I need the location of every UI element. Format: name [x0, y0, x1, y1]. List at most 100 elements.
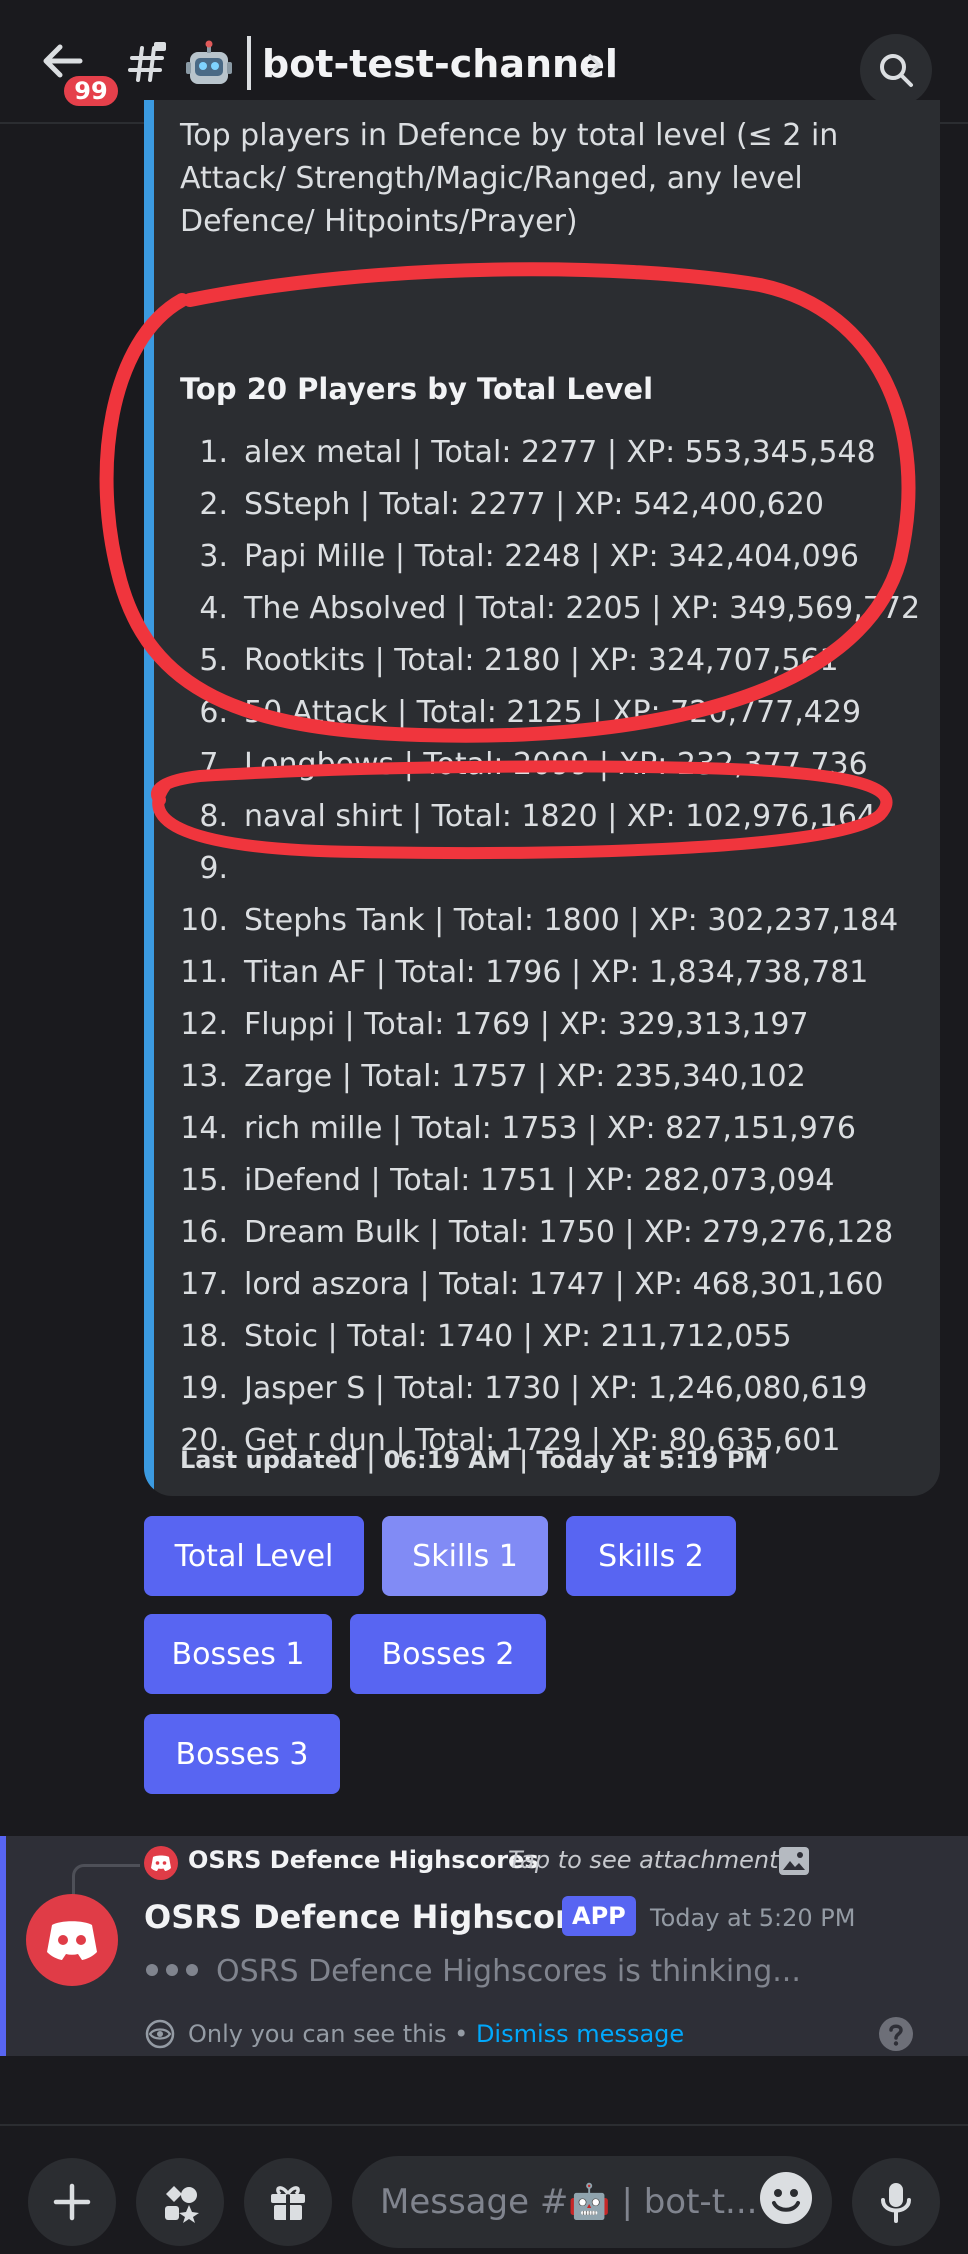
discord-logo-icon [151, 1855, 171, 1871]
gift-button[interactable] [244, 2158, 332, 2246]
leaderboard-row: 19. Jasper S | Total: 1730 | XP: 1,246,08… [180, 1362, 940, 1414]
add-attachment-button[interactable] [28, 2158, 116, 2246]
total-level-button[interactable]: Total Level [144, 1516, 364, 1596]
leaderboard-entry: Rootkits | Total: 2180 | XP: 324,707,561 [244, 642, 839, 678]
skills-2-button[interactable]: Skills 2 [566, 1516, 736, 1596]
emoji-icon[interactable] [758, 2170, 814, 2226]
chevron-right-icon[interactable] [586, 52, 604, 78]
threads-hash-icon [128, 42, 166, 82]
only-you-notice: Only you can see this • Dismiss message [188, 2020, 684, 2048]
leaderboard-entry: lord aszora | Total: 1747 | XP: 468,301,… [244, 1266, 884, 1302]
bot-avatar[interactable] [26, 1894, 118, 1986]
leaderboard-rank: 18. [180, 1318, 228, 1354]
leaderboard-row: 9. [180, 842, 940, 894]
apps-icon [165, 2186, 199, 2223]
leaderboard-entry: Dream Bulk | Total: 1750 | XP: 279,276,1… [244, 1214, 894, 1250]
composer-bar: Message #🤖 | bot-t... [0, 2124, 968, 2254]
leaderboard-row: 4. The Absolved | Total: 2205 | XP: 349,5… [180, 582, 940, 634]
channel-name[interactable]: bot-test-channel [262, 42, 618, 86]
leaderboard-rank: 19. [180, 1370, 228, 1406]
embed-footer: Last updated | 06:19 AM | Today at 5:19 … [180, 1446, 769, 1474]
leaderboard-rank: 13. [180, 1058, 228, 1094]
leaderboard-rank: 14. [180, 1110, 228, 1146]
dismiss-message-link[interactable]: Dismiss message [476, 2020, 684, 2048]
unread-badge: 99 [60, 72, 122, 110]
leaderboard-row: 18. Stoic | Total: 1740 | XP: 211,712,055 [180, 1310, 940, 1362]
leaderboard-entry: 50 Attack | Total: 2125 | XP: 720,777,42… [244, 694, 862, 730]
leaderboard-entry: Longbows | Total: 2099 | XP: 232,377,736 [244, 746, 868, 782]
image-icon [779, 1847, 809, 1875]
leaderboard-entry: alex metal | Total: 2277 | XP: 553,345,5… [244, 434, 876, 470]
leaderboard-row: 2. SSteph | Total: 2277 | XP: 542,400,620 [180, 478, 940, 530]
ephemeral-accent-bar [0, 1836, 6, 2056]
leaderboard-rank: 8. [199, 798, 228, 834]
robot-emoji-icon [186, 40, 232, 84]
leaderboard-rank: 7. [199, 746, 228, 782]
leaderboard-row: 11. Titan AF | Total: 1796 | XP: 1,834,73… [180, 946, 940, 998]
embed-accent-bar [144, 100, 154, 1496]
app-tag: APP [562, 1896, 636, 1936]
leaderboard-row: 10. Stephs Tank | Total: 1800 | XP: 302,2… [180, 894, 940, 946]
leaderboard-rank: 16. [180, 1214, 228, 1250]
leaderboard-rank: 15. [180, 1162, 228, 1198]
leaderboard-row: 7. Longbows | Total: 2099 | XP: 232,377,7… [180, 738, 940, 790]
leaderboard-row: 17. lord aszora | Total: 1747 | XP: 468,3… [180, 1258, 940, 1310]
eye-icon [145, 2019, 175, 2049]
leaderboard-entry: Zarge | Total: 1757 | XP: 235,340,102 [244, 1058, 806, 1094]
leaderboard-row: 13. Zarge | Total: 1757 | XP: 235,340,102 [180, 1050, 940, 1102]
leaderboard-rank: 3. [199, 538, 228, 574]
reply-attachment-note[interactable]: Tap to see attachment [508, 1846, 779, 1874]
leaderboard-row: 12. Fluppi | Total: 1769 | XP: 329,313,19… [180, 998, 940, 1050]
leaderboard-entry: iDefend | Total: 1751 | XP: 282,073,094 [244, 1162, 835, 1198]
leaderboard-row: 3. Papi Mille | Total: 2248 | XP: 342,404… [180, 530, 940, 582]
leaderboard-row: 8. naval shirt | Total: 1820 | XP: 102,97… [180, 790, 940, 842]
leaderboard-rank: 6. [199, 694, 228, 730]
plus-icon [53, 2183, 91, 2221]
leaderboard-entry: Papi Mille | Total: 2248 | XP: 342,404,0… [244, 538, 859, 574]
skills-1-button[interactable]: Skills 1 [382, 1516, 548, 1596]
leaderboard-rank: 1. [199, 434, 228, 470]
leaderboard-rank: 9. [199, 850, 228, 886]
leaderboard-rank: 5. [199, 642, 228, 678]
gift-icon [271, 2186, 305, 2220]
help-question-icon[interactable] [878, 2016, 914, 2052]
leaderboard-row: 1. alex metal | Total: 2277 | XP: 553,345… [180, 426, 940, 478]
search-icon [880, 54, 913, 87]
typing-dots-icon [146, 1964, 198, 1976]
apps-button[interactable] [136, 2158, 224, 2246]
leaderboard-rank: 10. [180, 902, 228, 938]
bosses-2-button[interactable]: Bosses 2 [350, 1614, 546, 1694]
message-author[interactable]: OSRS Defence Highscores [144, 1898, 612, 1936]
leaderboard-rank: 17. [180, 1266, 228, 1302]
ephemeral-message: OSRS Defence Highscores Tap to see attac… [0, 1836, 968, 2056]
embed-description: Top players in Defence by total level (≤… [180, 118, 839, 239]
search-button[interactable] [860, 34, 932, 106]
leaderboard-row: 5. Rootkits | Total: 2180 | XP: 324,707,5… [180, 634, 940, 686]
only-you-text: Only you can see this • [188, 2020, 476, 2048]
leaderboard-rank: 11. [180, 954, 228, 990]
leaderboard-entry: The Absolved | Total: 2205 | XP: 349,569… [244, 590, 921, 626]
microphone-icon [881, 2183, 911, 2223]
leaderboard-entry: Titan AF | Total: 1796 | XP: 1,834,738,7… [244, 954, 869, 990]
leaderboard-entry: Fluppi | Total: 1769 | XP: 329,313,197 [244, 1006, 809, 1042]
leaderboard-entry: naval shirt | Total: 1820 | XP: 102,976,… [244, 798, 877, 834]
leaderboard-row: 15. iDefend | Total: 1751 | XP: 282,073,0… [180, 1154, 940, 1206]
reply-author-name[interactable]: OSRS Defence Highscores [188, 1846, 539, 1874]
leaderboard-rank: 12. [180, 1006, 228, 1042]
leaderboard-entry: SSteph | Total: 2277 | XP: 542,400,620 [244, 486, 824, 522]
leaderboard-row: 6. 50 Attack | Total: 2125 | XP: 720,777,… [180, 686, 940, 738]
bosses-1-button[interactable]: Bosses 1 [144, 1614, 332, 1694]
leaderboard-row: 16. Dream Bulk | Total: 1750 | XP: 279,27… [180, 1206, 940, 1258]
bosses-3-button[interactable]: Bosses 3 [144, 1714, 340, 1794]
channel-separator [247, 36, 251, 90]
leaderboard-entry: Stephs Tank | Total: 1800 | XP: 302,237,… [244, 902, 899, 938]
leaderboard-entry: rich mille | Total: 1753 | XP: 827,151,9… [244, 1110, 856, 1146]
reply-avatar[interactable] [144, 1846, 178, 1880]
leaderboard-rank: 2. [199, 486, 228, 522]
leaderboard-entry: Stoic | Total: 1740 | XP: 211,712,055 [244, 1318, 792, 1354]
thinking-text: OSRS Defence Highscores is thinking... [216, 1954, 801, 1989]
message-timestamp: Today at 5:20 PM [650, 1904, 856, 1932]
leaderboard-embed: Top players in Defence by total level (≤… [144, 100, 940, 1496]
voice-button[interactable] [852, 2158, 940, 2246]
leaderboard-entry: Jasper S | Total: 1730 | XP: 1,246,080,6… [244, 1370, 868, 1406]
